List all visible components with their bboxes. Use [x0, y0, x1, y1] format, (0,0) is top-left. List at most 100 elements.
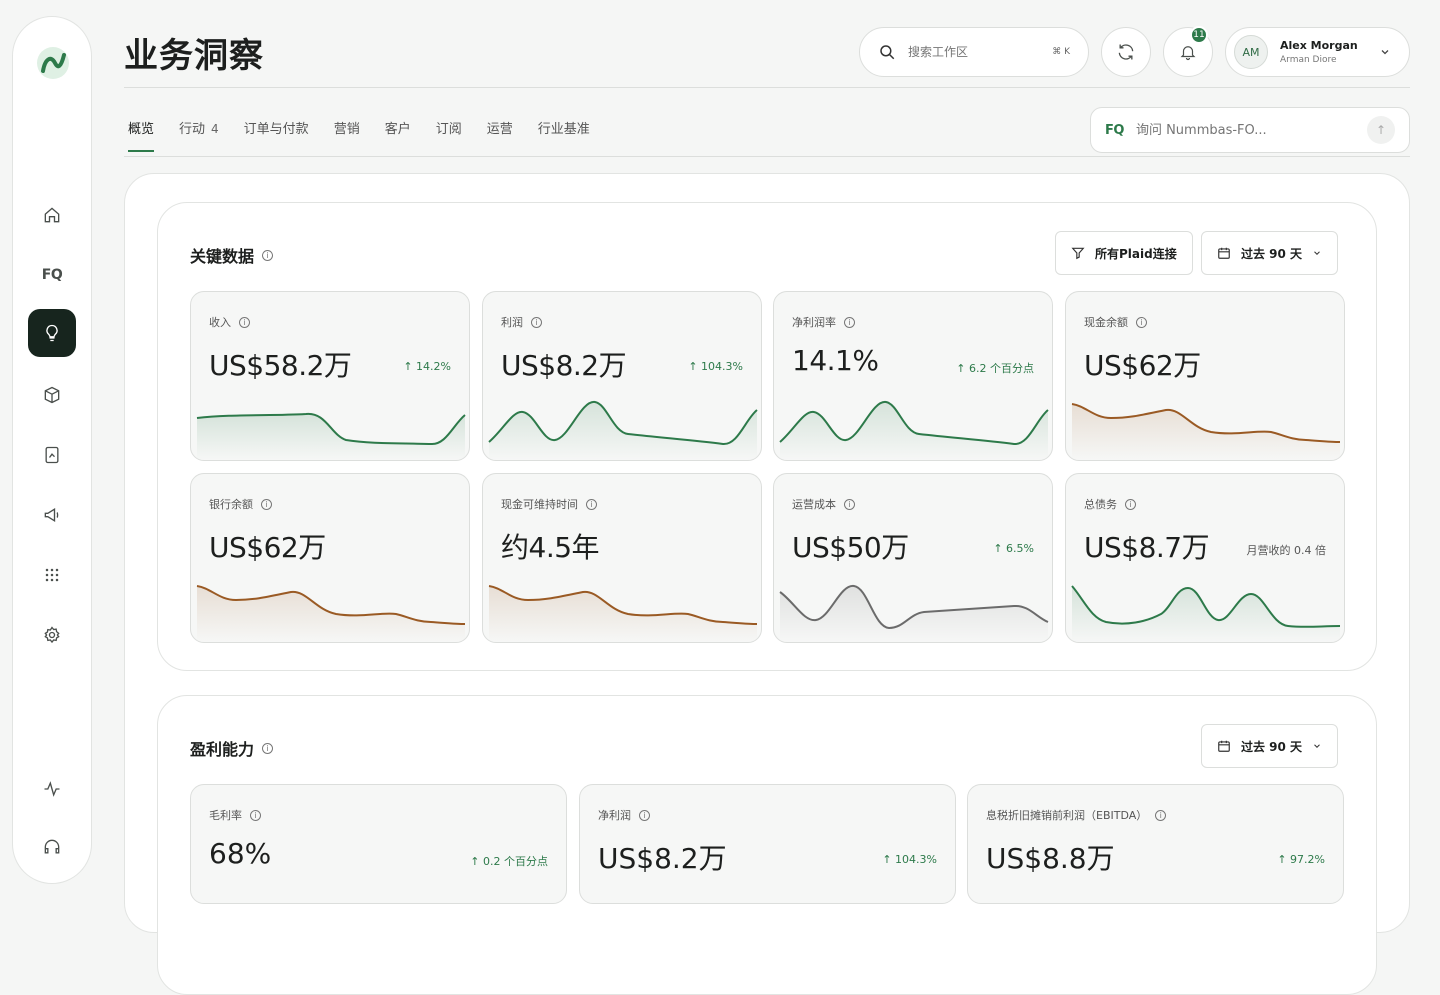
tab-operations[interactable]: 运营	[487, 118, 513, 151]
card-value: US$8.2万	[598, 842, 727, 875]
card-value: US$50万	[792, 531, 909, 564]
ask-assistant-box[interactable]: FQ ↑	[1090, 107, 1410, 153]
info-icon[interactable]: i	[1125, 498, 1136, 510]
nav-support-icon[interactable]	[28, 823, 76, 871]
tab-marketing[interactable]: 营销	[334, 118, 360, 151]
info-icon[interactable]: i	[844, 498, 855, 510]
operating-cost-card[interactable]: 运营成本 i US$50万 ↑ 6.5%	[773, 473, 1053, 643]
card-value: US$62万	[1084, 349, 1201, 382]
card-delta: ↑ 6.5%	[993, 542, 1034, 555]
card-delta: ↑ 104.3%	[688, 360, 743, 373]
net-margin-card[interactable]: 净利润率 i 14.1% ↑ 6.2 个百分点	[773, 291, 1053, 461]
nav-settings-icon[interactable]	[28, 611, 76, 659]
nav-apps-icon[interactable]	[28, 551, 76, 599]
trend-sparkline	[196, 585, 466, 642]
info-icon[interactable]: i	[261, 498, 272, 510]
plaid-filter-button[interactable]: 所有Plaid连接	[1055, 231, 1193, 275]
gross-margin-card[interactable]: 毛利率 i 68% ↑ 0.2 个百分点	[190, 784, 567, 904]
chevron-down-icon	[1314, 251, 1320, 255]
tab-overview[interactable]: 概览	[128, 118, 155, 152]
card-label: 息税折旧摊销前利润（EBITDA）	[986, 809, 1148, 822]
card-label: 净利润率	[792, 316, 836, 329]
assistant-fq-icon: FQ	[1105, 122, 1124, 138]
nav-megaphone-icon[interactable]	[28, 491, 76, 539]
bank-balance-card[interactable]: 银行余额 i US$62万	[190, 473, 470, 643]
tab-actions-count: 4	[211, 122, 219, 136]
ask-input[interactable]	[1135, 122, 1336, 138]
info-icon[interactable]: i	[239, 316, 250, 328]
total-debt-card[interactable]: 总债务 i US$8.7万 月营收的 0.4 倍	[1065, 473, 1345, 643]
trend-sparkline	[779, 401, 1049, 460]
card-label: 总债务	[1084, 498, 1117, 511]
card-label: 利润	[501, 316, 523, 329]
ebitda-card[interactable]: 息税折旧摊销前利润（EBITDA） i US$8.8万 ↑ 97.2%	[967, 784, 1344, 904]
card-note: 月营收的 0.4 倍	[1246, 544, 1327, 557]
card-label: 现金可维持时间	[501, 498, 578, 511]
nav-home-icon[interactable]	[28, 191, 76, 239]
search-box[interactable]: ⌘ K	[859, 27, 1089, 77]
card-value: US$8.8万	[986, 842, 1115, 875]
user-menu[interactable]: AM Alex Morgan Arman Diore	[1225, 27, 1410, 77]
user-name: Alex Morgan	[1280, 39, 1358, 52]
trend-sparkline	[488, 585, 758, 642]
info-icon[interactable]: i	[586, 498, 597, 510]
refresh-button[interactable]	[1101, 27, 1151, 77]
info-icon[interactable]: i	[262, 742, 274, 754]
tab-actions[interactable]: 行动 4	[179, 118, 219, 151]
chevron-down-icon	[1381, 50, 1389, 55]
info-icon[interactable]: i	[262, 249, 274, 261]
info-icon[interactable]: i	[639, 809, 650, 821]
cash-balance-card[interactable]: 现金余额 i US$62万	[1065, 291, 1345, 461]
card-label: 收入	[209, 316, 231, 329]
card-value: 14.1%	[792, 344, 879, 377]
net-profit-card[interactable]: 净利润 i US$8.2万 ↑ 104.3%	[579, 784, 956, 904]
header-divider	[124, 87, 1410, 88]
tab-orders-payments[interactable]: 订单与付款	[244, 118, 309, 151]
nav-fq-icon[interactable]: FQ	[28, 251, 76, 299]
card-value: 约4.5年	[501, 531, 600, 564]
card-label: 净利润	[598, 809, 631, 822]
nav-box-icon[interactable]	[28, 371, 76, 419]
nav-insights-icon[interactable]	[28, 309, 76, 357]
cash-runway-card[interactable]: 现金可维持时间 i 约4.5年	[482, 473, 762, 643]
avatar: AM	[1234, 35, 1268, 69]
notifications-button[interactable]: 11	[1163, 26, 1213, 77]
info-icon[interactable]: i	[250, 809, 261, 821]
notification-badge: 11	[1190, 26, 1208, 44]
trend-sparkline	[488, 401, 758, 460]
nav-fq-label: FQ	[41, 267, 63, 283]
revenue-card[interactable]: 收入 i US$58.2万 ↑ 14.2%	[190, 291, 470, 461]
info-icon[interactable]: i	[844, 316, 855, 328]
trend-sparkline	[779, 585, 1049, 642]
send-arrow-icon[interactable]: ↑	[1367, 116, 1395, 144]
card-label: 运营成本	[792, 498, 836, 511]
card-value: US$8.2万	[501, 349, 627, 382]
date-range-select[interactable]: 过去 90 天	[1201, 231, 1339, 275]
nav-report-icon[interactable]	[28, 431, 76, 479]
tab-benchmarks[interactable]: 行业基准	[538, 118, 590, 151]
card-delta: ↑ 6.2 个百分点	[956, 362, 1034, 375]
nav-activity-icon[interactable]	[28, 765, 76, 813]
profitability-range-select[interactable]: 过去 90 天	[1201, 724, 1339, 768]
chevron-down-icon	[1314, 744, 1320, 748]
card-delta: ↑ 0.2 个百分点	[470, 855, 548, 868]
key-metrics-title: 关键数据 i	[190, 243, 274, 267]
calendar-icon	[1218, 247, 1230, 259]
profit-card[interactable]: 利润 i US$8.2万 ↑ 104.3%	[482, 291, 762, 461]
sidebar: FQ	[12, 16, 92, 884]
info-icon[interactable]: i	[1155, 809, 1167, 821]
refresh-icon	[1118, 44, 1134, 60]
search-input[interactable]	[908, 45, 1038, 59]
card-label: 银行余额	[209, 498, 253, 511]
tab-subscriptions[interactable]: 订阅	[436, 118, 462, 151]
card-value: 68%	[209, 837, 272, 870]
info-icon[interactable]: i	[1136, 316, 1147, 328]
search-icon	[880, 45, 895, 60]
card-label: 现金余额	[1084, 316, 1128, 329]
brand-logo-icon[interactable]	[33, 43, 73, 83]
info-icon[interactable]: i	[531, 316, 542, 328]
card-delta: ↑ 104.3%	[882, 853, 937, 866]
tab-customers[interactable]: 客户	[385, 118, 411, 151]
profitability-title: 盈利能力 i	[190, 736, 274, 760]
card-delta: ↑ 97.2%	[1277, 853, 1325, 866]
